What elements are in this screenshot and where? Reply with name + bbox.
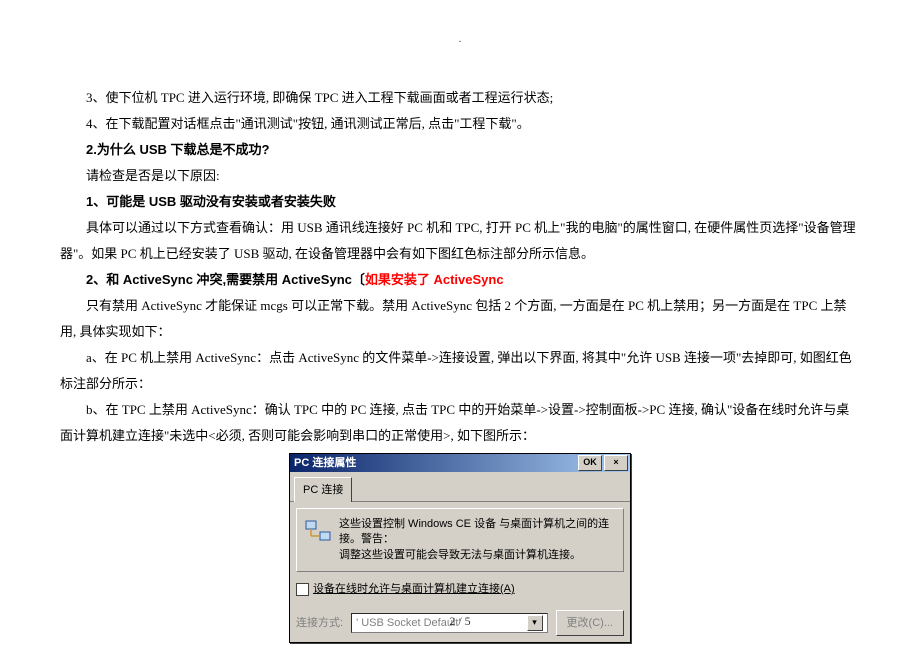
allow-connection-checkbox[interactable] [296, 583, 309, 596]
reason-1-body: 具体可以通过以下方式查看确认：用 USB 通讯线连接好 PC 机和 TPC, 打… [60, 215, 860, 267]
info-text: 这些设置控制 Windows CE 设备 与桌面计算机之间的连接。警告： 调整这… [339, 517, 615, 563]
step-b: b、在 TPC 上禁用 ActiveSync：确认 TPC 中的 PC 连接, … [60, 397, 860, 449]
tab-pc-connection[interactable]: PC 连接 [294, 477, 352, 502]
allow-connection-row[interactable]: 设备在线时允许与桌面计算机建立连接(A) [296, 578, 624, 600]
dialog-titlebar: PC 连接属性 OK × [290, 454, 630, 472]
tab-strip: PC 连接 [290, 472, 630, 502]
check-intro: 请检查是否是以下原因: [60, 163, 860, 189]
close-button[interactable]: × [604, 455, 628, 471]
reason-2-body: 只有禁用 ActiveSync 才能保证 mcgs 可以正常下载。禁用 Acti… [60, 293, 860, 345]
step-3: 3、使下位机 TPC 进入运行环境, 即确保 TPC 进入工程下载画面或者工程运… [60, 85, 860, 111]
page-header-dot: . [60, 30, 860, 50]
dialog-title: PC 连接属性 [294, 454, 356, 472]
reason-1-heading: 1、可能是 USB 驱动没有安装或者安装失败 [60, 189, 860, 215]
info-panel: 这些设置控制 Windows CE 设备 与桌面计算机之间的连接。警告： 调整这… [296, 508, 624, 572]
network-icon [305, 517, 331, 545]
reason-2-text: 2、和 ActiveSync 冲突,需要禁用 ActiveSync〔 [86, 272, 365, 287]
reason-2-red: 如果安装了 ActiveSync [365, 272, 504, 287]
step-a: a、在 PC 机上禁用 ActiveSync：点击 ActiveSync 的文件… [60, 345, 860, 397]
allow-connection-label: 设备在线时允许与桌面计算机建立连接(A) [313, 578, 515, 600]
info-line-2: 调整这些设置可能会导致无法与桌面计算机连接。 [339, 548, 615, 563]
page-number: 2 / 5 [0, 609, 920, 633]
step-4: 4、在下载配置对话框点击"通讯测试"按钮, 通讯测试正常后, 点击"工程下载"。 [60, 111, 860, 137]
document-body: 3、使下位机 TPC 进入运行环境, 即确保 TPC 进入工程下载画面或者工程运… [60, 85, 860, 449]
ok-button[interactable]: OK [578, 455, 602, 471]
info-line-1: 这些设置控制 Windows CE 设备 与桌面计算机之间的连接。警告： [339, 517, 615, 548]
reason-2-heading: 2、和 ActiveSync 冲突,需要禁用 ActiveSync〔如果安装了 … [60, 267, 860, 293]
question-heading: 2.为什么 USB 下载总是不成功? [60, 137, 860, 163]
